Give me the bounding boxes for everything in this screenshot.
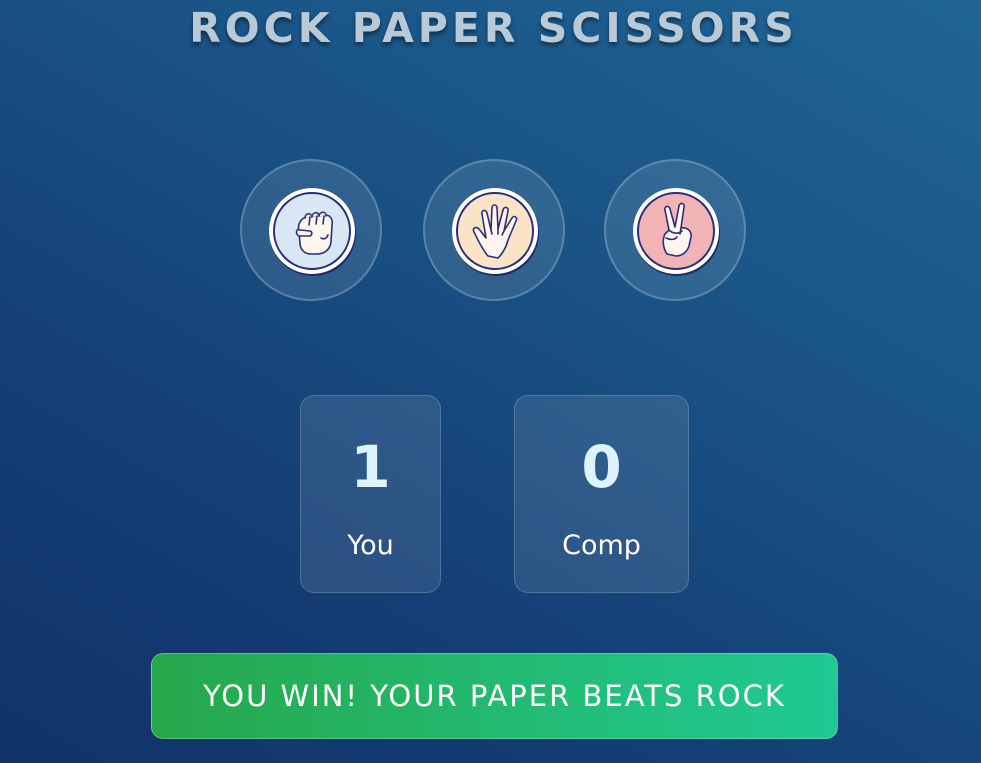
rock-choice-button[interactable] [240,159,382,301]
user-score-label: You [347,530,394,561]
open-hand-icon [456,192,534,270]
computer-score-label: Comp [562,530,641,561]
computer-score-card: 0 Comp [514,395,689,593]
user-score: 1 [350,433,391,501]
user-score-card: 1 You [300,395,441,593]
result-message: YOU WIN! YOUR PAPER BEATS ROCK [151,653,838,739]
fist-icon [273,192,351,270]
paper-choice-button[interactable] [423,159,565,301]
computer-score: 0 [581,433,622,501]
scissors-choice-button[interactable] [604,159,746,301]
peace-hand-icon [637,192,715,270]
paper-choice-disc [452,188,538,274]
rock-choice-disc [269,188,355,274]
game-title: ROCK PAPER SCISSORS [189,4,798,52]
scissors-choice-disc [633,188,719,274]
